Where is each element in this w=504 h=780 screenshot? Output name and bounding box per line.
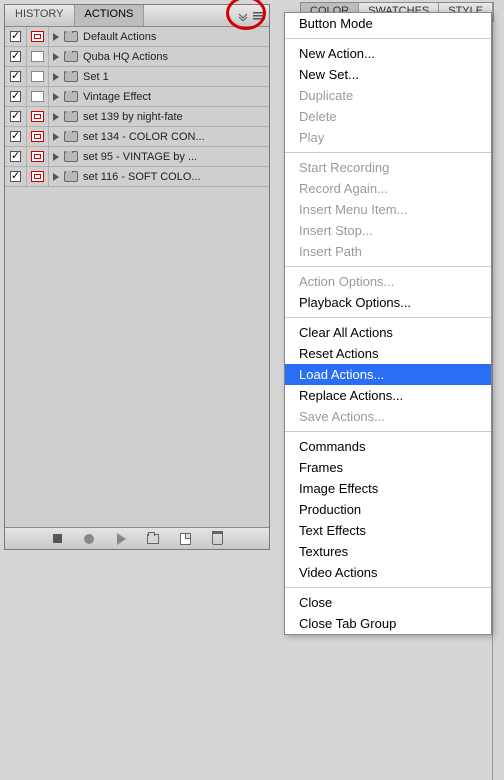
- disclosure-triangle-icon[interactable]: [53, 73, 59, 81]
- right-rail: [492, 22, 504, 780]
- menu-item-play: Play: [285, 127, 491, 148]
- menu-item-insert-path: Insert Path: [285, 241, 491, 262]
- action-set-label: Set 1: [83, 71, 109, 83]
- action-set-row[interactable]: set 116 - SOFT COLO...: [5, 167, 269, 187]
- action-set-row[interactable]: set 95 - VINTAGE by ...: [5, 147, 269, 167]
- menu-item-textures[interactable]: Textures: [285, 541, 491, 562]
- menu-item-save-actions: Save Actions...: [285, 406, 491, 427]
- menu-item-playback-options[interactable]: Playback Options...: [285, 292, 491, 313]
- menu-item-record-again: Record Again...: [285, 178, 491, 199]
- toggle-checkbox[interactable]: [5, 147, 27, 166]
- menu-item-replace-actions[interactable]: Replace Actions...: [285, 385, 491, 406]
- menu-separator: [285, 431, 491, 432]
- menu-item-commands[interactable]: Commands: [285, 436, 491, 457]
- toggle-checkbox[interactable]: [5, 167, 27, 186]
- folder-icon: [64, 91, 78, 102]
- menu-item-button-mode[interactable]: Button Mode: [285, 13, 491, 34]
- menu-item-text-effects[interactable]: Text Effects: [285, 520, 491, 541]
- dialog-toggle[interactable]: [27, 47, 49, 66]
- menu-item-video-actions[interactable]: Video Actions: [285, 562, 491, 583]
- play-button[interactable]: [114, 532, 128, 546]
- action-set-row[interactable]: Set 1: [5, 67, 269, 87]
- disclosure-triangle-icon[interactable]: [53, 173, 59, 181]
- new-action-button[interactable]: [178, 532, 192, 546]
- action-set-row[interactable]: set 134 - COLOR CON...: [5, 127, 269, 147]
- toggle-checkbox[interactable]: [5, 87, 27, 106]
- action-set-label: Vintage Effect: [83, 91, 151, 103]
- folder-icon: [64, 151, 78, 162]
- dialog-toggle[interactable]: [27, 27, 49, 46]
- action-set-label: set 134 - COLOR CON...: [83, 131, 205, 143]
- menu-item-clear-all-actions[interactable]: Clear All Actions: [285, 322, 491, 343]
- tab-actions[interactable]: ACTIONS: [75, 5, 145, 26]
- menu-item-duplicate: Duplicate: [285, 85, 491, 106]
- action-set-row[interactable]: Quba HQ Actions: [5, 47, 269, 67]
- folder-icon: [64, 171, 78, 182]
- menu-item-load-actions[interactable]: Load Actions...: [285, 364, 491, 385]
- menu-item-reset-actions[interactable]: Reset Actions: [285, 343, 491, 364]
- actions-panel: HISTORY ACTIONS Default Actions Quba HQ A…: [4, 4, 270, 550]
- menu-item-insert-stop: Insert Stop...: [285, 220, 491, 241]
- disclosure-triangle-icon[interactable]: [53, 53, 59, 61]
- action-list: Default Actions Quba HQ Actions Set 1 Vinta…: [5, 27, 269, 187]
- menu-separator: [285, 38, 491, 39]
- toggle-checkbox[interactable]: [5, 127, 27, 146]
- disclosure-triangle-icon[interactable]: [53, 93, 59, 101]
- dialog-toggle[interactable]: [27, 107, 49, 126]
- panel-footer: [5, 527, 269, 549]
- menu-item-new-action[interactable]: New Action...: [285, 43, 491, 64]
- stop-button[interactable]: [50, 532, 64, 546]
- flyout-menu-icon[interactable]: [253, 10, 265, 22]
- menu-item-start-recording: Start Recording: [285, 157, 491, 178]
- list-empty-area: [5, 187, 269, 527]
- folder-icon: [64, 31, 78, 42]
- new-set-button[interactable]: [146, 532, 160, 546]
- toggle-checkbox[interactable]: [5, 47, 27, 66]
- dialog-toggle[interactable]: [27, 127, 49, 146]
- menu-item-production[interactable]: Production: [285, 499, 491, 520]
- action-set-label: set 139 by night-fate: [83, 111, 183, 123]
- action-set-label: set 95 - VINTAGE by ...: [83, 151, 197, 163]
- record-button[interactable]: [82, 532, 96, 546]
- menu-separator: [285, 587, 491, 588]
- action-set-row[interactable]: set 139 by night-fate: [5, 107, 269, 127]
- action-set-row[interactable]: Vintage Effect: [5, 87, 269, 107]
- disclosure-triangle-icon[interactable]: [53, 113, 59, 121]
- panel-tabbar: HISTORY ACTIONS: [5, 5, 269, 27]
- menu-item-insert-menu-item: Insert Menu Item...: [285, 199, 491, 220]
- toggle-checkbox[interactable]: [5, 27, 27, 46]
- disclosure-triangle-icon[interactable]: [53, 133, 59, 141]
- menu-item-image-effects[interactable]: Image Effects: [285, 478, 491, 499]
- flyout-menu: Button Mode New Action...New Set...Duplic…: [284, 12, 492, 635]
- folder-icon: [64, 51, 78, 62]
- menu-item-frames[interactable]: Frames: [285, 457, 491, 478]
- menu-item-action-options: Action Options...: [285, 271, 491, 292]
- toggle-checkbox[interactable]: [5, 67, 27, 86]
- menu-item-delete: Delete: [285, 106, 491, 127]
- dialog-toggle[interactable]: [27, 167, 49, 186]
- dialog-toggle[interactable]: [27, 67, 49, 86]
- action-set-row[interactable]: Default Actions: [5, 27, 269, 47]
- menu-separator: [285, 152, 491, 153]
- dialog-toggle[interactable]: [27, 147, 49, 166]
- dialog-toggle[interactable]: [27, 87, 49, 106]
- menu-item-close-tab-group[interactable]: Close Tab Group: [285, 613, 491, 634]
- folder-icon: [64, 71, 78, 82]
- menu-separator: [285, 317, 491, 318]
- action-set-label: set 116 - SOFT COLO...: [83, 171, 201, 183]
- toggle-checkbox[interactable]: [5, 107, 27, 126]
- tab-history[interactable]: HISTORY: [5, 5, 75, 26]
- action-set-label: Default Actions: [83, 31, 156, 43]
- folder-icon: [64, 111, 78, 122]
- folder-icon: [64, 131, 78, 142]
- disclosure-triangle-icon[interactable]: [53, 153, 59, 161]
- collapse-icon[interactable]: [237, 10, 249, 22]
- menu-separator: [285, 266, 491, 267]
- action-set-label: Quba HQ Actions: [83, 51, 168, 63]
- menu-item-close[interactable]: Close: [285, 592, 491, 613]
- delete-button[interactable]: [210, 532, 224, 546]
- menu-item-new-set[interactable]: New Set...: [285, 64, 491, 85]
- disclosure-triangle-icon[interactable]: [53, 33, 59, 41]
